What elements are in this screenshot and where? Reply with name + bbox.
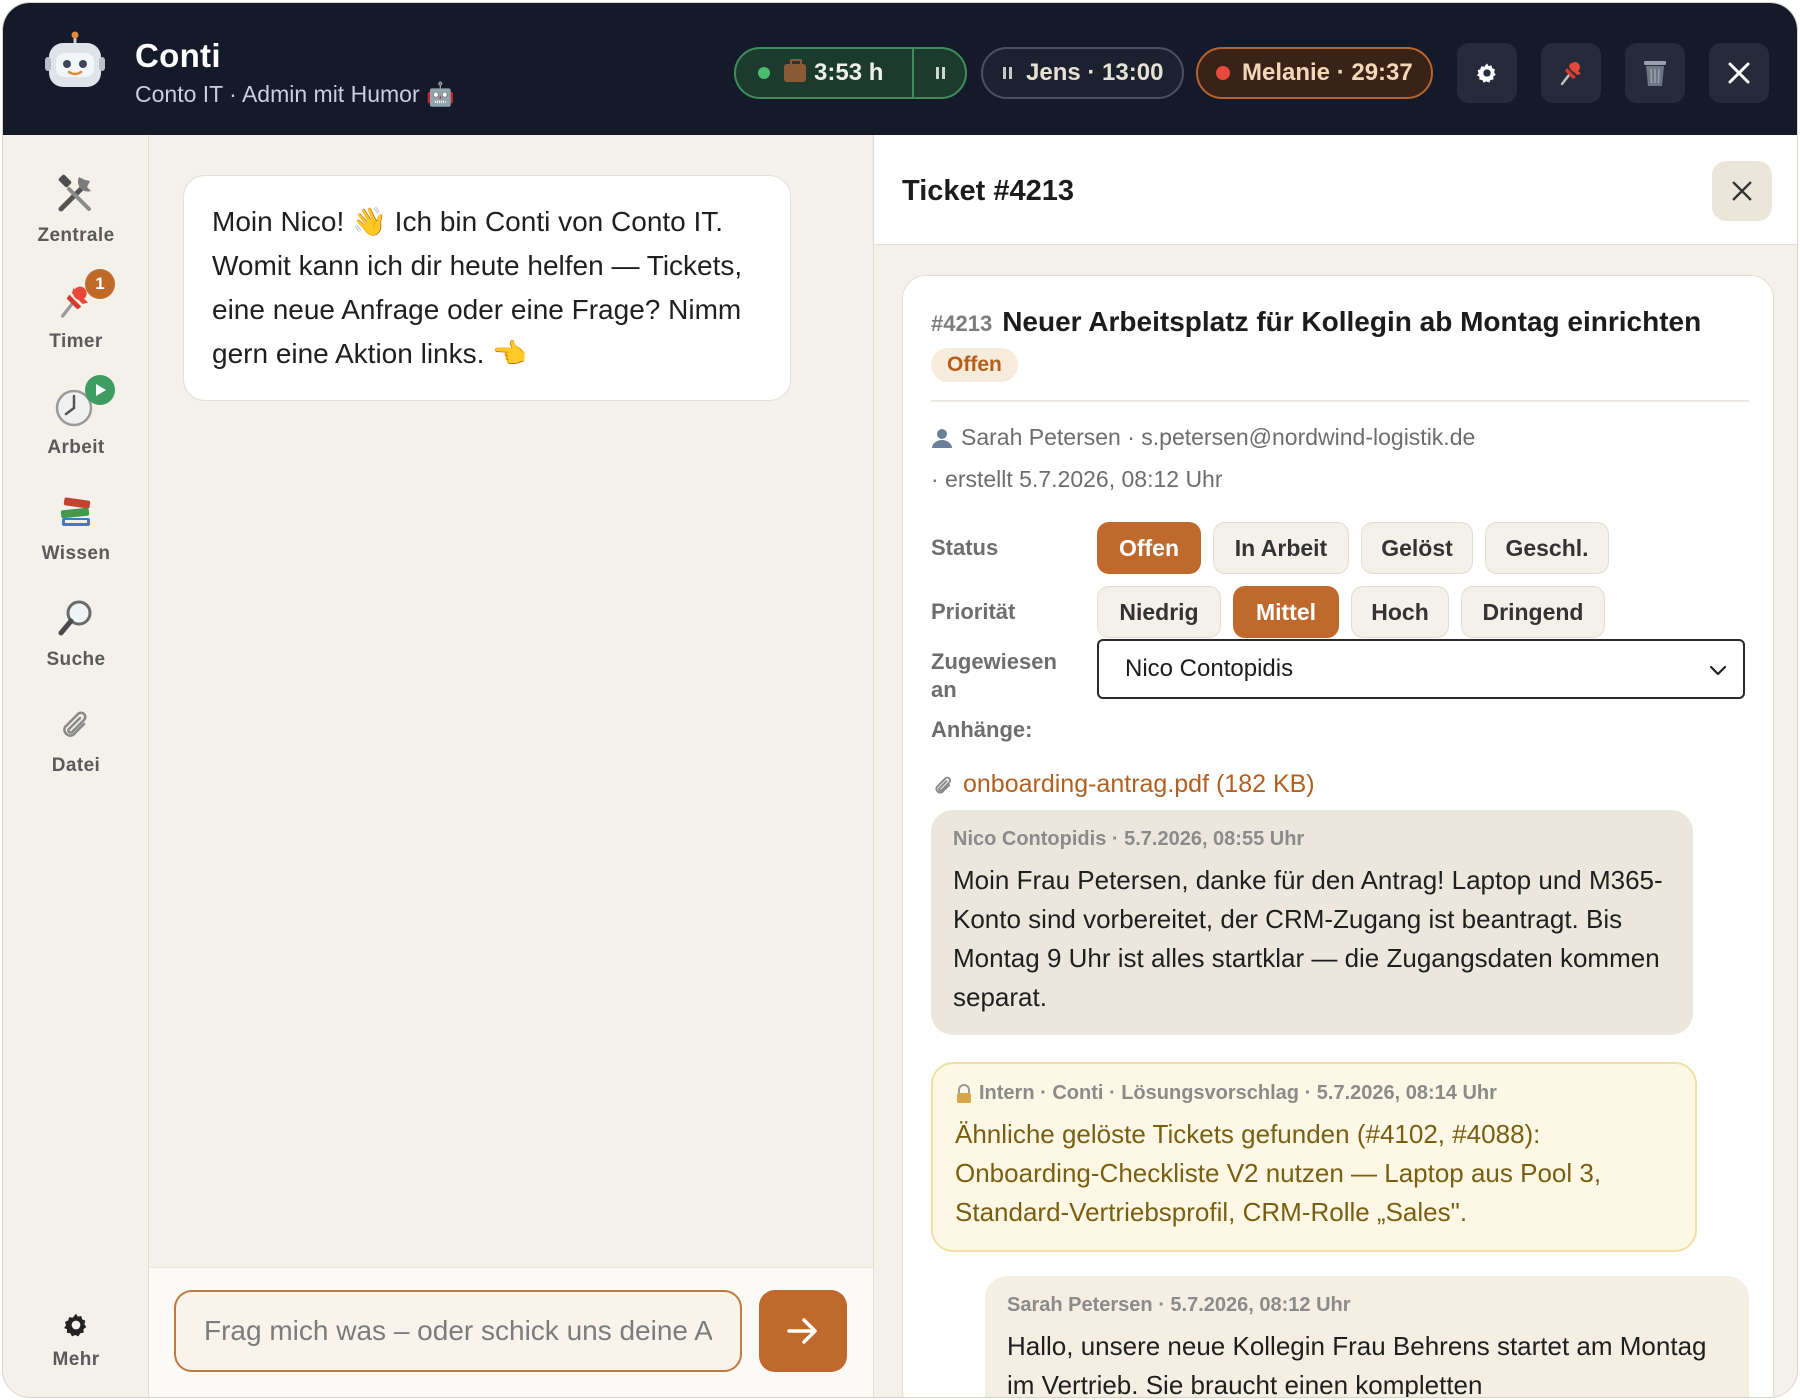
- jens-timer-value: Jens · 13:00: [1026, 59, 1164, 86]
- arrow-right-icon: [787, 1318, 817, 1344]
- priority-label: Priorität: [931, 599, 1016, 624]
- sidebar-item-label: Suche: [46, 649, 106, 670]
- assigned-label: Zugewiesen an: [931, 649, 1057, 702]
- pin-button[interactable]: [1541, 43, 1601, 103]
- paperclip-icon: [51, 699, 101, 749]
- sidebar-item-arbeit[interactable]: Arbeit: [3, 375, 149, 459]
- message-text: Moin Frau Petersen, danke für den Antrag…: [953, 865, 1663, 1012]
- pushpin-icon: [1560, 62, 1581, 86]
- recording-dot-icon: [1216, 66, 1230, 80]
- priority-option-mittel[interactable]: Mittel: [1233, 586, 1339, 638]
- pause-icon: [936, 67, 945, 79]
- message-meta: Nico Contopidis · 5.7.2026, 08:55 Uhr: [953, 828, 1305, 850]
- briefcase-icon: [784, 59, 806, 82]
- close-panel-button[interactable]: [1712, 161, 1772, 221]
- sidebar-item-timer[interactable]: 1 Timer: [3, 269, 149, 353]
- pushpin-icon: 1: [51, 269, 115, 325]
- header-bar: Conti Conto IT · Admin mit Humor 🤖 3:53 …: [3, 3, 1797, 135]
- ticket-panel-header: Ticket #4213: [874, 135, 1797, 245]
- settings-button[interactable]: [1457, 43, 1517, 103]
- panel-title: Ticket #4213: [902, 175, 1074, 207]
- status-option-geschlossen[interactable]: Geschl.: [1485, 522, 1609, 574]
- play-icon: [85, 375, 115, 405]
- status-option-geloest[interactable]: Gelöst: [1361, 522, 1473, 574]
- composer: [149, 1267, 873, 1397]
- close-icon: [1732, 181, 1752, 201]
- tools-icon: [51, 169, 101, 219]
- gear-icon: [1476, 63, 1496, 83]
- running-dot: [758, 67, 770, 79]
- sidebar-item-label: Zentrale: [37, 225, 115, 246]
- message-meta: Intern · Conti · Lösungsvorschlag · 5.7.…: [955, 1082, 1673, 1105]
- gear-icon: [51, 1307, 101, 1343]
- melanie-timer-value: Melanie · 29:37: [1242, 59, 1413, 86]
- books-icon: [51, 487, 101, 537]
- status-option-offen[interactable]: Offen: [1097, 522, 1201, 574]
- sidebar-item-wissen[interactable]: Wissen: [3, 487, 149, 565]
- chat-area: Moin Nico! 👋 Ich bin Conti von Conto IT.…: [149, 135, 873, 1397]
- jens-timer-pill[interactable]: Jens · 13:00: [981, 47, 1184, 99]
- work-timer-value: 3:53 h: [814, 59, 884, 86]
- attachment-filename: onboarding-antrag.pdf (182 KB): [963, 770, 1315, 798]
- ticket-heading: #4213 Neuer Arbeitsplatz für Kollegin ab …: [931, 306, 1751, 338]
- work-timer-pill[interactable]: 3:53 h: [734, 47, 967, 99]
- ticket-message: Sarah Petersen · 5.7.2026, 08:12 Uhr Hal…: [985, 1276, 1749, 1398]
- sidebar: Zentrale 1 Timer Arbeit Wissen Suche Dat…: [3, 135, 149, 1397]
- robot-logo-icon: [45, 31, 105, 87]
- assignee-select[interactable]: Nico Contopidis: [1097, 639, 1745, 699]
- assistant-message: Moin Nico! 👋 Ich bin Conti von Conto IT.…: [183, 175, 791, 401]
- app-subtitle: Conto IT · Admin mit Humor 🤖: [135, 81, 455, 107]
- message-meta: Sarah Petersen · 5.7.2026, 08:12 Uhr: [1007, 1294, 1351, 1316]
- message-text: Hallo, unsere neue Kollegin Frau Behrens…: [1007, 1331, 1707, 1398]
- sidebar-item-mehr[interactable]: Mehr: [3, 1307, 149, 1371]
- sidebar-item-datei[interactable]: Datei: [3, 699, 149, 777]
- close-icon: [1728, 62, 1750, 84]
- brand: Conti Conto IT · Admin mit Humor 🤖: [135, 37, 455, 108]
- chevron-down-icon: [1709, 665, 1727, 676]
- pause-icon: [1003, 67, 1012, 79]
- attachments-label: Anhänge:: [931, 717, 1033, 742]
- priority-option-niedrig[interactable]: Niedrig: [1097, 586, 1221, 638]
- requester-line: Sarah Petersen · s.petersen@nordwind-log…: [931, 424, 1475, 451]
- requester: Sarah Petersen · s.petersen@nordwind-log…: [961, 424, 1476, 450]
- user-icon: [932, 428, 952, 448]
- assignee-value: Nico Contopidis: [1125, 655, 1294, 682]
- search-icon: [51, 593, 101, 643]
- sidebar-item-label: Mehr: [52, 1349, 100, 1370]
- ticket-message: Nico Contopidis · 5.7.2026, 08:55 Uhr Mo…: [931, 810, 1693, 1035]
- paperclip-icon: [935, 776, 951, 793]
- ticket-number: #4213: [931, 311, 993, 336]
- sidebar-item-label: Arbeit: [47, 437, 105, 458]
- work-clock-icon: [51, 375, 115, 431]
- close-window-button[interactable]: [1709, 43, 1769, 103]
- sidebar-item-label: Wissen: [41, 543, 111, 564]
- timer-count-badge: 1: [85, 269, 115, 299]
- send-button[interactable]: [759, 1290, 847, 1372]
- created-date: · erstellt 5.7.2026, 08:12 Uhr: [931, 466, 1223, 492]
- priority-option-hoch[interactable]: Hoch: [1351, 586, 1449, 638]
- app-title: Conti: [135, 37, 221, 74]
- sidebar-item-label: Datei: [51, 755, 101, 776]
- lock-icon: [957, 1083, 971, 1103]
- ticket-card: #4213 Neuer Arbeitsplatz für Kollegin ab …: [902, 275, 1774, 1398]
- status-option-in-arbeit[interactable]: In Arbeit: [1213, 522, 1349, 574]
- status-badge: Offen: [931, 348, 1018, 382]
- ticket-panel: Ticket #4213 #4213 Neuer Arbeitsplatz für…: [873, 135, 1797, 1398]
- trash-icon: [1644, 61, 1666, 86]
- melanie-timer-pill[interactable]: Melanie · 29:37: [1196, 47, 1433, 99]
- message-text: Ähnliche gelöste Tickets gefunden (#4102…: [955, 1119, 1602, 1227]
- internal-note: Intern · Conti · Lösungsvorschlag · 5.7.…: [931, 1062, 1697, 1252]
- sidebar-item-suche[interactable]: Suche: [3, 593, 149, 671]
- work-timer-pause-button[interactable]: [914, 49, 967, 97]
- attachment-link[interactable]: onboarding-antrag.pdf (182 KB): [931, 770, 1315, 799]
- priority-option-dringend[interactable]: Dringend: [1461, 586, 1605, 638]
- chat-input[interactable]: [174, 1290, 742, 1372]
- trash-button[interactable]: [1625, 43, 1685, 103]
- app-window: Conti Conto IT · Admin mit Humor 🤖 3:53 …: [2, 2, 1798, 1398]
- ticket-title: Neuer Arbeitsplatz für Kollegin ab Monta…: [1002, 306, 1702, 337]
- status-label: Status: [931, 535, 999, 560]
- divider: [931, 400, 1749, 402]
- sidebar-item-zentrale[interactable]: Zentrale: [3, 169, 149, 247]
- sidebar-item-label: Timer: [49, 331, 103, 352]
